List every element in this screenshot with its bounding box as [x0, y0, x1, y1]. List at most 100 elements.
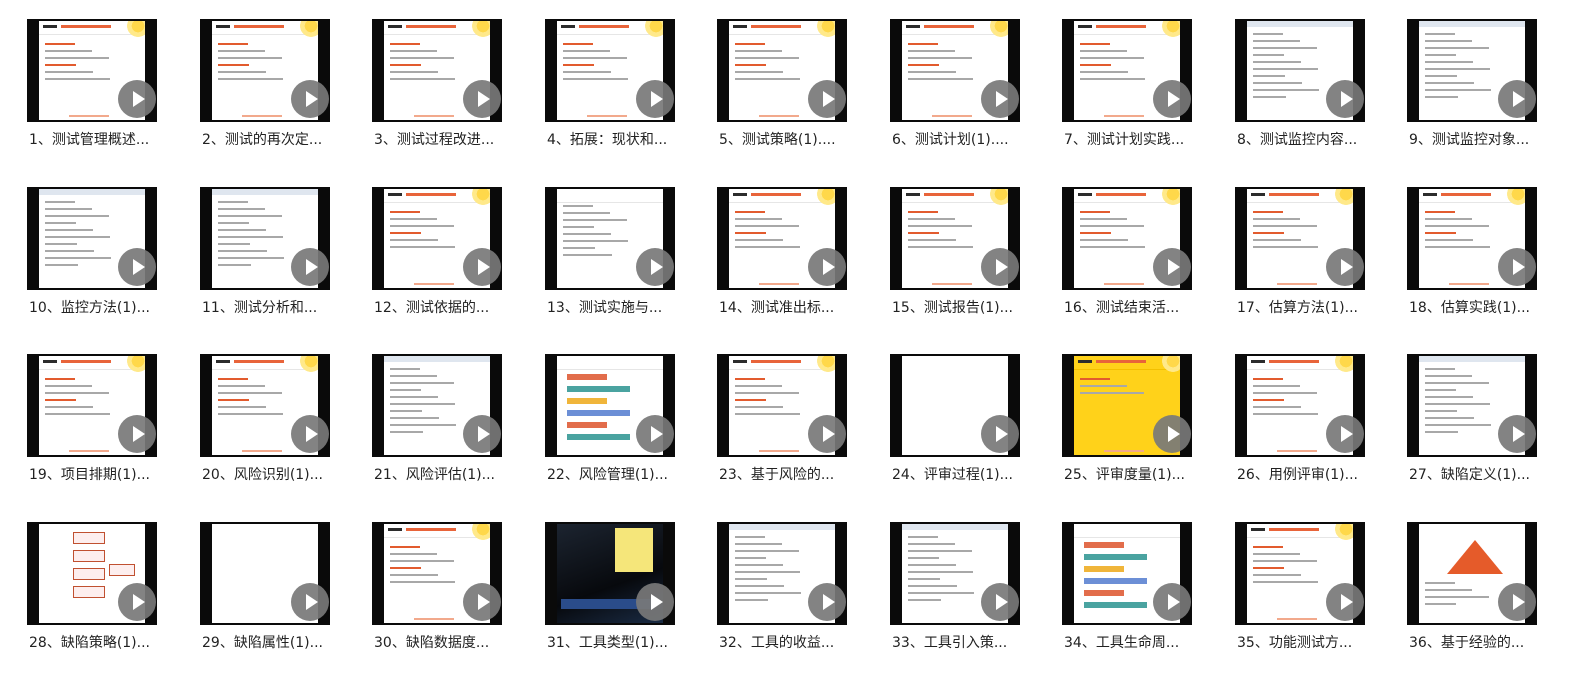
video-tile[interactable]: 5、测试策略(1).... — [717, 19, 877, 171]
video-tile[interactable]: 14、测试准出标... — [717, 187, 877, 339]
video-tile[interactable]: 24、评审过程(1)... — [890, 354, 1050, 506]
video-thumbnail[interactable] — [717, 522, 847, 625]
video-title[interactable]: 12、测试依据的... — [374, 299, 532, 317]
video-thumbnail[interactable] — [545, 354, 675, 457]
video-title[interactable]: 20、风险识别(1)... — [202, 466, 360, 484]
video-thumbnail[interactable] — [372, 354, 502, 457]
video-title[interactable]: 3、测试过程改进... — [374, 131, 532, 149]
play-icon[interactable] — [291, 80, 329, 118]
play-icon[interactable] — [808, 248, 846, 286]
video-title[interactable]: 7、测试计划实践... — [1064, 131, 1222, 149]
play-icon[interactable] — [808, 415, 846, 453]
play-icon[interactable] — [1498, 80, 1536, 118]
play-icon[interactable] — [1326, 583, 1364, 621]
video-tile[interactable]: 33、工具引入策... — [890, 522, 1050, 674]
video-thumbnail[interactable] — [200, 19, 330, 122]
video-title[interactable]: 29、缺陷属性(1)... — [202, 634, 360, 652]
video-title[interactable]: 13、测试实施与... — [547, 299, 705, 317]
video-tile[interactable]: 32、工具的收益... — [717, 522, 877, 674]
video-tile[interactable]: 11、测试分析和... — [200, 187, 360, 339]
video-thumbnail[interactable] — [1407, 354, 1537, 457]
play-icon[interactable] — [1498, 248, 1536, 286]
play-icon[interactable] — [636, 583, 674, 621]
play-icon[interactable] — [1326, 248, 1364, 286]
video-thumbnail[interactable] — [1062, 354, 1192, 457]
video-thumbnail[interactable] — [1235, 19, 1365, 122]
video-thumbnail[interactable] — [27, 19, 157, 122]
play-icon[interactable] — [1326, 415, 1364, 453]
video-tile[interactable]: 17、估算方法(1)... — [1235, 187, 1395, 339]
video-tile[interactable]: 20、风险识别(1)... — [200, 354, 360, 506]
video-title[interactable]: 18、估算实践(1)... — [1409, 299, 1567, 317]
play-icon[interactable] — [291, 415, 329, 453]
play-icon[interactable] — [463, 80, 501, 118]
play-icon[interactable] — [1153, 80, 1191, 118]
video-title[interactable]: 15、测试报告(1)... — [892, 299, 1050, 317]
video-tile[interactable]: 27、缺陷定义(1)... — [1407, 354, 1567, 506]
video-tile[interactable]: 31、工具类型(1)... — [545, 522, 705, 674]
play-icon[interactable] — [1498, 583, 1536, 621]
play-icon[interactable] — [1498, 415, 1536, 453]
video-thumbnail[interactable] — [545, 187, 675, 290]
video-title[interactable]: 26、用例评审(1)... — [1237, 466, 1395, 484]
video-tile[interactable]: 21、风险评估(1)... — [372, 354, 532, 506]
play-icon[interactable] — [636, 415, 674, 453]
video-title[interactable]: 28、缺陷策略(1)... — [29, 634, 187, 652]
video-thumbnail[interactable] — [200, 354, 330, 457]
video-tile[interactable]: 6、测试计划(1).... — [890, 19, 1050, 171]
video-thumbnail[interactable] — [372, 19, 502, 122]
video-thumbnail[interactable] — [890, 19, 1020, 122]
video-thumbnail[interactable] — [890, 522, 1020, 625]
video-title[interactable]: 14、测试准出标... — [719, 299, 877, 317]
video-tile[interactable]: 36、基于经验的... — [1407, 522, 1567, 674]
play-icon[interactable] — [118, 248, 156, 286]
play-icon[interactable] — [1326, 80, 1364, 118]
play-icon[interactable] — [118, 80, 156, 118]
video-tile[interactable]: 18、估算实践(1)... — [1407, 187, 1567, 339]
play-icon[interactable] — [118, 415, 156, 453]
video-title[interactable]: 23、基于风险的... — [719, 466, 877, 484]
video-title[interactable]: 22、风险管理(1)... — [547, 466, 705, 484]
video-thumbnail[interactable] — [545, 522, 675, 625]
video-tile[interactable]: 25、评审度量(1)... — [1062, 354, 1222, 506]
video-title[interactable]: 9、测试监控对象... — [1409, 131, 1567, 149]
video-title[interactable]: 17、估算方法(1)... — [1237, 299, 1395, 317]
video-thumbnail[interactable] — [1235, 354, 1365, 457]
video-title[interactable]: 10、监控方法(1)... — [29, 299, 187, 317]
video-thumbnail[interactable] — [1062, 19, 1192, 122]
video-title[interactable]: 30、缺陷数据度... — [374, 634, 532, 652]
video-tile[interactable]: 4、拓展：现状和... — [545, 19, 705, 171]
video-thumbnail[interactable] — [27, 354, 157, 457]
play-icon[interactable] — [291, 248, 329, 286]
play-icon[interactable] — [1153, 415, 1191, 453]
video-thumbnail[interactable] — [200, 522, 330, 625]
video-title[interactable]: 32、工具的收益... — [719, 634, 877, 652]
video-thumbnail[interactable] — [27, 187, 157, 290]
video-thumbnail[interactable] — [717, 354, 847, 457]
video-thumbnail[interactable] — [1062, 187, 1192, 290]
play-icon[interactable] — [1153, 248, 1191, 286]
video-title[interactable]: 27、缺陷定义(1)... — [1409, 466, 1567, 484]
video-title[interactable]: 24、评审过程(1)... — [892, 466, 1050, 484]
video-thumbnail[interactable] — [717, 19, 847, 122]
video-tile[interactable]: 3、测试过程改进... — [372, 19, 532, 171]
video-tile[interactable]: 8、测试监控内容... — [1235, 19, 1395, 171]
video-thumbnail[interactable] — [1407, 187, 1537, 290]
play-icon[interactable] — [808, 80, 846, 118]
video-title[interactable]: 21、风险评估(1)... — [374, 466, 532, 484]
video-tile[interactable]: 35、功能测试方... — [1235, 522, 1395, 674]
video-thumbnail[interactable] — [1407, 19, 1537, 122]
video-title[interactable]: 19、项目排期(1)... — [29, 466, 187, 484]
video-thumbnail[interactable] — [717, 187, 847, 290]
video-title[interactable]: 8、测试监控内容... — [1237, 131, 1395, 149]
video-tile[interactable]: 19、项目排期(1)... — [27, 354, 187, 506]
video-thumbnail[interactable] — [890, 187, 1020, 290]
video-tile[interactable]: 10、监控方法(1)... — [27, 187, 187, 339]
play-icon[interactable] — [118, 583, 156, 621]
play-icon[interactable] — [981, 415, 1019, 453]
video-title[interactable]: 16、测试结束活... — [1064, 299, 1222, 317]
play-icon[interactable] — [981, 80, 1019, 118]
video-tile[interactable]: 29、缺陷属性(1)... — [200, 522, 360, 674]
video-title[interactable]: 25、评审度量(1)... — [1064, 466, 1222, 484]
video-tile[interactable]: 9、测试监控对象... — [1407, 19, 1567, 171]
